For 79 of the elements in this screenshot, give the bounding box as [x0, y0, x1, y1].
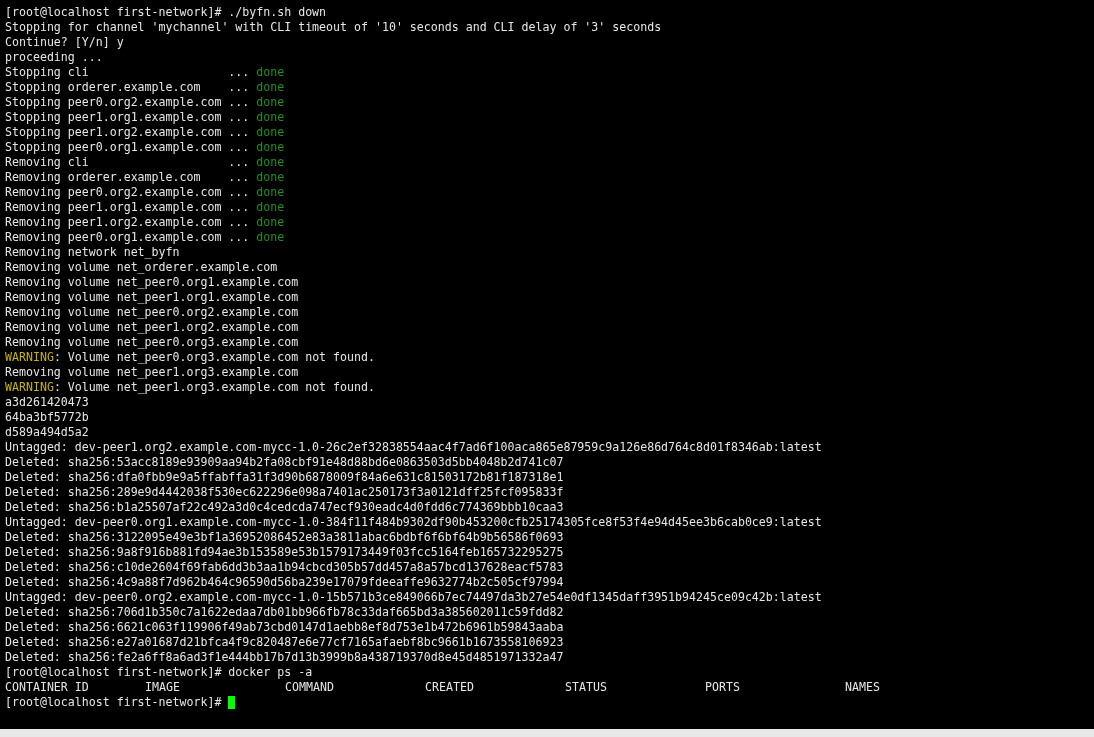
column-header: STATUS — [565, 680, 607, 694]
output-line: Removing volume net_peer1.org1.example.com — [5, 290, 299, 305]
output-line: Removing volume net_peer1.org2.example.com — [5, 320, 299, 335]
output-line: ... — [228, 110, 250, 125]
output-line: Stopping for channel 'mychannel' with CLI timeout of '10' seconds and CLI delay of '3' seconds — [5, 20, 662, 35]
output-line: Untagged: dev-peer0.org1.example.com-mycc-1.0-384f11f484b9302df90b453200cfb25174305fce8f53f4e94d45ee3b6cab0ce9:latest — [5, 515, 822, 530]
output-line: Stopping cli — [5, 65, 90, 80]
output-line: ... — [228, 185, 250, 200]
output-line: [root@localhost first-network]# docker ps -a — [5, 665, 313, 680]
output-line: [root@localhost first-network]# ./byfn.sh down — [5, 5, 327, 20]
output-line: a3d261420473 — [5, 395, 89, 410]
output-line: Removing cli — [5, 155, 90, 170]
status-text: done — [256, 185, 285, 200]
output-line: Deleted: sha256:706d1b350c7a1622edaa7db01bb966fb78c33daf665bd3a385602011c59fdd82 — [5, 605, 564, 620]
column-header: PORTS — [705, 680, 740, 694]
output-line: Removing network net_byfn — [5, 245, 180, 260]
output-line: Deleted: sha256:dfa0fbb9e9a5ffabffa31f3d90b6878009f84a6e631c81503172b81f187318e1 — [5, 470, 564, 485]
column-header: COMMAND — [285, 680, 334, 694]
warning-label: WARNING — [5, 350, 54, 365]
output-line: ... — [228, 155, 250, 170]
output-line: Deleted: sha256:3122095e49e3bf1a36952086452e83a3811abac6bdbf6f6bf64b9b56586f0693 — [5, 530, 564, 545]
output-line: Continue? [Y/n] y — [5, 35, 124, 50]
status-text: done — [256, 215, 285, 230]
output-line: Stopping peer0.org2.example.com — [5, 95, 222, 110]
status-text: done — [256, 125, 285, 140]
output-line: Deleted: sha256:4c9a88f7d962b464c96590d56ba239e17079fdeeaffe9632774b2c505cf97994 — [5, 575, 564, 590]
output-line: Removing peer1.org1.example.com — [5, 200, 222, 215]
output-line: 64ba3bf5772b — [5, 410, 89, 425]
output-line: ... — [228, 215, 250, 230]
output-line: : Volume net_peer1.org3.example.com not found. — [53, 380, 375, 395]
output-line: ... — [228, 80, 250, 95]
column-header: IMAGE — [145, 680, 180, 694]
output-line: Stopping peer1.org2.example.com — [5, 125, 222, 140]
output-line: Removing volume net_peer0.org2.example.com — [5, 305, 299, 320]
output-line: Stopping peer1.org1.example.com — [5, 110, 222, 125]
output-line: Deleted: sha256:6621c063f119906f49ab73cbd0147d1aebb8ef8d753e1b472b6961b59843aaba — [5, 620, 564, 635]
column-header: CONTAINER ID — [5, 680, 89, 694]
output-line: ... — [228, 95, 250, 110]
output-line: Removing peer0.org2.example.com — [5, 185, 222, 200]
output-line: Deleted: sha256:289e9d4442038f530ec622296e098a7401ac250173f3a0121dff25fcf095833f — [5, 485, 564, 500]
output-line: Removing volume net_peer0.org3.example.com — [5, 335, 299, 350]
status-text: done — [256, 95, 285, 110]
output-line: ... — [228, 140, 250, 155]
output-line: Deleted: sha256:9a8f916b881fd94ae3b153589e53b1579173449f03fcc5164feb165732295275 — [5, 545, 564, 560]
output-line: Removing peer0.org1.example.com — [5, 230, 222, 245]
output-line: Removing peer1.org2.example.com — [5, 215, 222, 230]
prompt-text: [root@localhost first-network]# — [5, 695, 222, 710]
output-line: Removing orderer.example.com — [5, 170, 202, 185]
output-line: Deleted: sha256:c10de2604f69fab6dd3b3aa1b94cbcd305b57dd457a8a57bcd137628eacf5783 — [5, 560, 564, 575]
output-line: : Volume net_peer0.org3.example.com not found. — [53, 350, 375, 365]
column-header: CREATED — [425, 680, 474, 694]
status-text: done — [256, 140, 285, 155]
output-line: Removing volume net_peer1.org3.example.com — [5, 365, 299, 380]
status-text: done — [256, 80, 285, 95]
warning-label: WARNING — [5, 380, 54, 395]
output-line: ... — [228, 200, 250, 215]
output-line: Deleted: sha256:b1a25507af22c492a3d0c4cedcda747ecf930eadc4d0fdd6c774369bbb10caa3 — [5, 500, 564, 515]
output-line: Stopping orderer.example.com — [5, 80, 202, 95]
status-text: done — [256, 155, 285, 170]
output-line: ... — [228, 65, 250, 80]
output-line: proceeding ... — [5, 50, 103, 65]
status-text: done — [256, 110, 285, 125]
output-line: Untagged: dev-peer0.org2.example.com-mycc-1.0-15b571b3ce849066b7ec74497da3b27e54e0df1345daff3951b94245ce09c42b:latest — [5, 590, 822, 605]
output-line: Removing volume net_peer0.org1.example.com — [5, 275, 299, 290]
output-line: Removing volume net_orderer.example.com — [5, 260, 278, 275]
status-text: done — [256, 170, 285, 185]
output-line: Untagged: dev-peer1.org2.example.com-mycc-1.0-26c2ef32838554aac4f7ad6f100aca865e87959c9a126e86d764c8d01f8346ab:latest — [5, 440, 822, 455]
output-line: ... — [228, 125, 250, 140]
output-line: Deleted: sha256:e27a01687d21bfca4f9c820487e6e77cf7165afaebf8bc9661b1673558106923 — [5, 635, 564, 650]
output-line: ... — [228, 230, 250, 245]
output-line: Deleted: sha256:fe2a6ff8a6ad3f1e444bb17b7d13b3999b8a438719370d8e45d4851971332a47 — [5, 650, 564, 665]
output-line: d589a494d5a2 — [5, 425, 89, 440]
output-line: ... — [228, 170, 250, 185]
column-header: NAMES — [845, 680, 880, 694]
status-text: done — [256, 230, 285, 245]
status-text: done — [256, 200, 285, 215]
status-text: done — [256, 65, 285, 80]
output-line: Deleted: sha256:53acc8189e93909aa94b2fa08cbf91e48d88bd6e0863503d5bb4048b2d741c07 — [5, 455, 564, 470]
output-line: Stopping peer0.org1.example.com — [5, 140, 222, 155]
